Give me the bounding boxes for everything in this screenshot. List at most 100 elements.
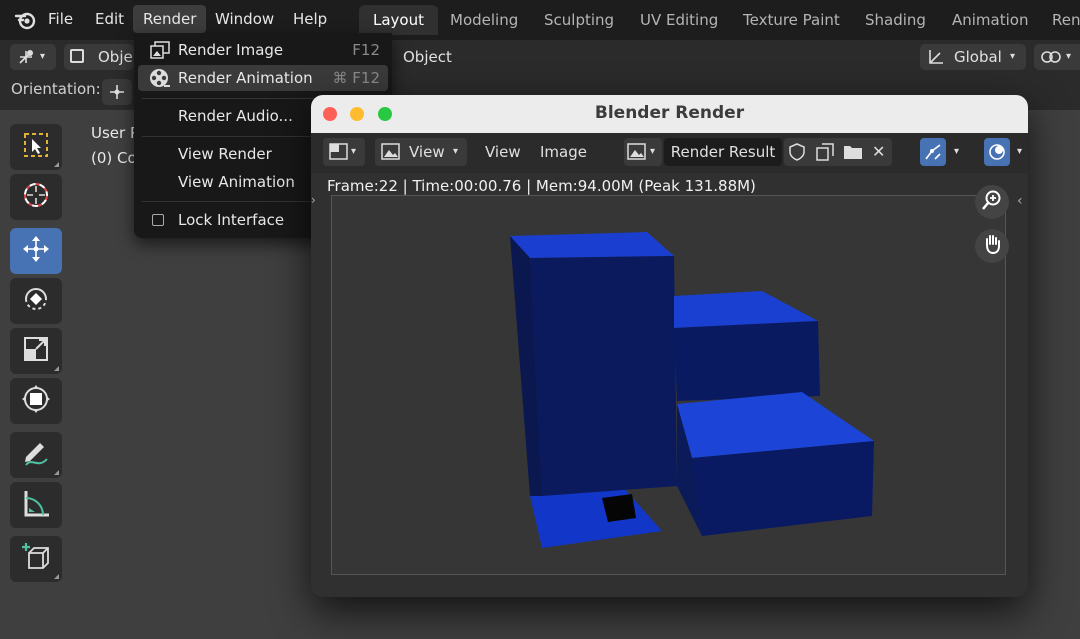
- render-result-canvas[interactable]: [331, 195, 1006, 575]
- add-cube-tool[interactable]: [10, 536, 62, 582]
- viewport-collection-label: (0) Co: [91, 149, 137, 167]
- chevron-down-icon: ▾: [650, 146, 656, 157]
- menu-item-label: View Render: [178, 145, 272, 163]
- view-menu[interactable]: View: [485, 138, 521, 166]
- menu-item-label: Render Audio...: [178, 107, 293, 125]
- image-menu[interactable]: Image: [540, 138, 587, 166]
- measure-tool[interactable]: [10, 482, 62, 528]
- tab-animation[interactable]: Animation: [938, 5, 1042, 35]
- axis-gizmo-icon: [16, 47, 36, 75]
- menu-help[interactable]: Help: [283, 5, 337, 33]
- menu-item-label: View Animation: [178, 173, 295, 191]
- pivot-icon: [108, 83, 126, 109]
- image-editor-header: ▾ View ▾ View Image ▾ Render Result ✕ ▾ …: [311, 133, 1028, 173]
- orientation-gizmo-button[interactable]: [102, 79, 132, 105]
- tool-variants-indicator: [54, 366, 59, 371]
- chevron-left-icon[interactable]: ‹: [1017, 193, 1023, 209]
- hand-icon: [981, 233, 1003, 259]
- menu-item-render-image[interactable]: Render Image F12: [138, 37, 388, 63]
- blender-logo-icon[interactable]: [14, 10, 36, 30]
- chevron-right-icon[interactable]: ›: [311, 193, 316, 207]
- shortcut-label: F12: [352, 41, 380, 59]
- window-minimize-button[interactable]: [350, 107, 364, 121]
- select-box-icon: [21, 130, 51, 164]
- rotate-tool[interactable]: [10, 278, 62, 324]
- close-icon[interactable]: ✕: [872, 138, 885, 166]
- shortcut-label: ⌘ F12: [332, 69, 380, 87]
- window-close-button[interactable]: [323, 107, 337, 121]
- window-zoom-button[interactable]: [378, 107, 392, 121]
- tab-uv-editing[interactable]: UV Editing: [626, 5, 732, 35]
- view-mode-dropdown[interactable]: View ▾: [375, 138, 467, 166]
- tool-variants-indicator: [54, 470, 59, 475]
- select-box-tool[interactable]: [10, 124, 62, 170]
- tab-shading[interactable]: Shading: [851, 5, 940, 35]
- orientation-label: Orientation:: [11, 80, 101, 98]
- transform-orientation-dropdown[interactable]: Global ▾: [920, 44, 1026, 70]
- transform-icon: [20, 383, 52, 419]
- tool-variants-indicator: [54, 162, 59, 167]
- viewport-view-label: User P: [91, 124, 140, 142]
- zoom-in-icon: [981, 189, 1003, 215]
- snapping-dropdown[interactable]: ▾: [1034, 44, 1080, 70]
- browse-image-button[interactable]: ▾: [624, 138, 662, 166]
- duplicate-icon[interactable]: [816, 143, 834, 165]
- image-name-field[interactable]: Render Result: [664, 138, 782, 166]
- tool-variants-indicator: [54, 574, 59, 579]
- render-image-icon: [150, 41, 170, 67]
- transform-tool[interactable]: [10, 378, 62, 424]
- object-mode-dropdown[interactable]: Obje: [64, 44, 134, 70]
- object-menu[interactable]: Object: [403, 44, 452, 70]
- add-cube-icon: [20, 541, 52, 577]
- chevron-down-icon: ▾: [40, 51, 46, 62]
- cursor-icon: [20, 179, 52, 215]
- object-mode-icon: [70, 49, 84, 63]
- menu-item-render-animation[interactable]: Render Animation ⌘ F12: [138, 65, 388, 91]
- menu-render[interactable]: Render: [133, 5, 207, 33]
- object-mode-label: Obje: [98, 48, 133, 66]
- open-folder-icon[interactable]: [843, 143, 863, 165]
- move-tool[interactable]: [10, 228, 62, 274]
- tab-rendering[interactable]: Ren: [1038, 5, 1080, 35]
- image-icon: [627, 143, 647, 165]
- tab-sculpting[interactable]: Sculpting: [530, 5, 628, 35]
- tab-layout[interactable]: Layout: [359, 5, 438, 35]
- sample-tool-button[interactable]: [920, 138, 946, 166]
- menu-item-label: Render Image: [178, 41, 284, 59]
- annotate-tool[interactable]: [10, 432, 62, 478]
- editor-type-button[interactable]: ▾: [10, 44, 56, 70]
- menu-edit[interactable]: Edit: [85, 5, 134, 33]
- cursor-tool[interactable]: [10, 174, 62, 220]
- fake-user-shield-icon[interactable]: [788, 143, 806, 165]
- measure-ruler-icon: [21, 488, 51, 522]
- film-reel-icon: [149, 68, 171, 96]
- render-stats: Frame:22 | Time:00:00.76 | Mem:94.00M (P…: [327, 177, 756, 195]
- menu-item-label: Lock Interface: [178, 211, 285, 229]
- zoom-button[interactable]: [975, 185, 1009, 219]
- view-mode-label: View: [409, 143, 445, 161]
- tab-modeling[interactable]: Modeling: [436, 5, 532, 35]
- menu-file[interactable]: File: [38, 5, 83, 33]
- overlays-button[interactable]: [984, 138, 1010, 166]
- pan-button[interactable]: [975, 229, 1009, 263]
- menu-window[interactable]: Window: [205, 5, 284, 33]
- tab-texture-paint[interactable]: Texture Paint: [729, 5, 854, 35]
- render-window-titlebar[interactable]: Blender Render: [311, 95, 1028, 133]
- rotate-icon: [20, 283, 52, 319]
- transform-orientation-label: Global: [954, 48, 1002, 66]
- lock-interface-checkbox[interactable]: [152, 214, 164, 226]
- move-icon: [20, 233, 52, 269]
- chevron-down-icon[interactable]: ▾: [1017, 138, 1022, 166]
- scale-tool[interactable]: [10, 328, 62, 374]
- chevron-down-icon: ▾: [1010, 51, 1016, 62]
- image-icon: [381, 143, 401, 165]
- link-icon: [1040, 47, 1062, 75]
- gizmo-curve-icon: [924, 143, 942, 165]
- annotate-pencil-icon: [20, 437, 52, 473]
- chevron-down-icon[interactable]: ▾: [954, 138, 959, 166]
- image-editor-icon: [329, 143, 349, 165]
- image-editor-type-button[interactable]: ▾: [323, 138, 365, 166]
- render-window: Blender Render ▾ View ▾ View Image ▾ Ren…: [311, 95, 1028, 597]
- chevron-down-icon: ▾: [351, 146, 357, 157]
- render-result-image: [510, 232, 874, 548]
